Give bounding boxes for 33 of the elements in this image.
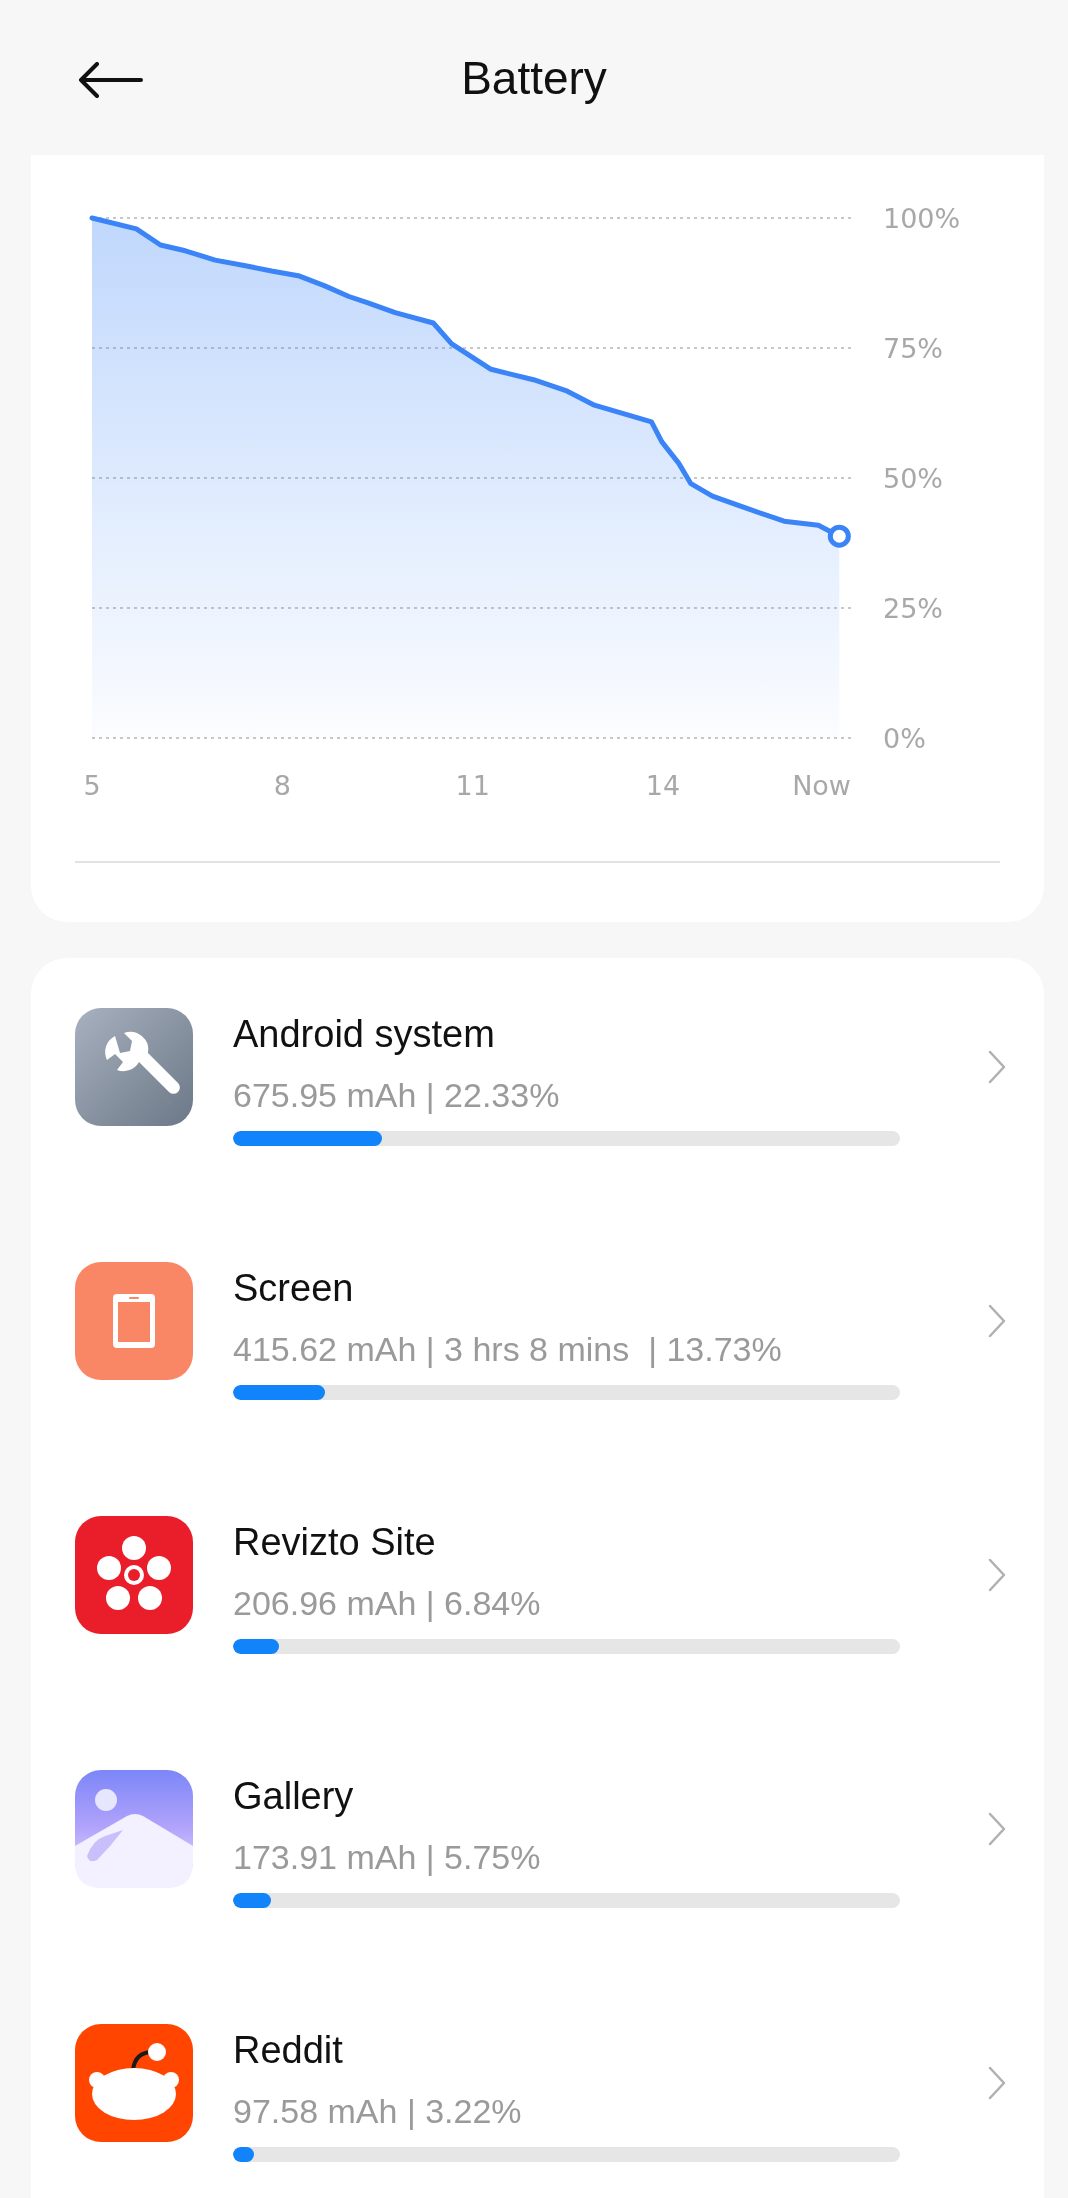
wrench-icon [75,1008,193,1126]
axis-label: 50% [883,463,943,494]
axis-label: 11 [455,770,490,801]
axis-label: 75% [883,333,943,364]
flower-icon [75,1516,193,1634]
usage-detail: 415.62 mAh | 3 hrs 8 mins | 13.73% [233,1329,783,1370]
page-title: Battery [461,50,607,105]
back-arrow-icon[interactable] [77,62,143,98]
axis-label: 25% [883,593,943,624]
axis-label: Now [792,770,851,801]
end-point-marker [827,524,851,548]
usage-detail: 675.95 mAh | 22.33% [233,1075,561,1116]
usage-detail: 173.91 mAh | 5.75% [233,1837,542,1878]
axis-label: 8 [273,770,291,801]
usage-detail: 97.58 mAh | 3.22% [233,2091,523,2132]
app-name: Screen [233,1266,355,1311]
chevron-icon[interactable] [988,1050,1006,1084]
chevron-icon[interactable] [988,1812,1006,1846]
chevron-icon[interactable] [988,1304,1006,1338]
landscape-icon [75,1770,193,1888]
chevron-icon[interactable] [988,2066,1006,2100]
app-name: Gallery [233,1774,355,1819]
usage-detail: 206.96 mAh | 6.84% [233,1583,542,1624]
app-name: Android system [233,1012,496,1057]
tablet-icon [75,1262,193,1380]
app-name: Revizto Site [233,1520,437,1565]
axis-label: 5 [83,770,101,801]
robot-head-icon [75,2024,193,2142]
axis-label: 14 [645,770,681,801]
axis-label: 100% [883,203,961,234]
chevron-icon[interactable] [988,1558,1006,1592]
app-name: Reddit [233,2028,344,2073]
axis-label: 0% [883,723,926,754]
